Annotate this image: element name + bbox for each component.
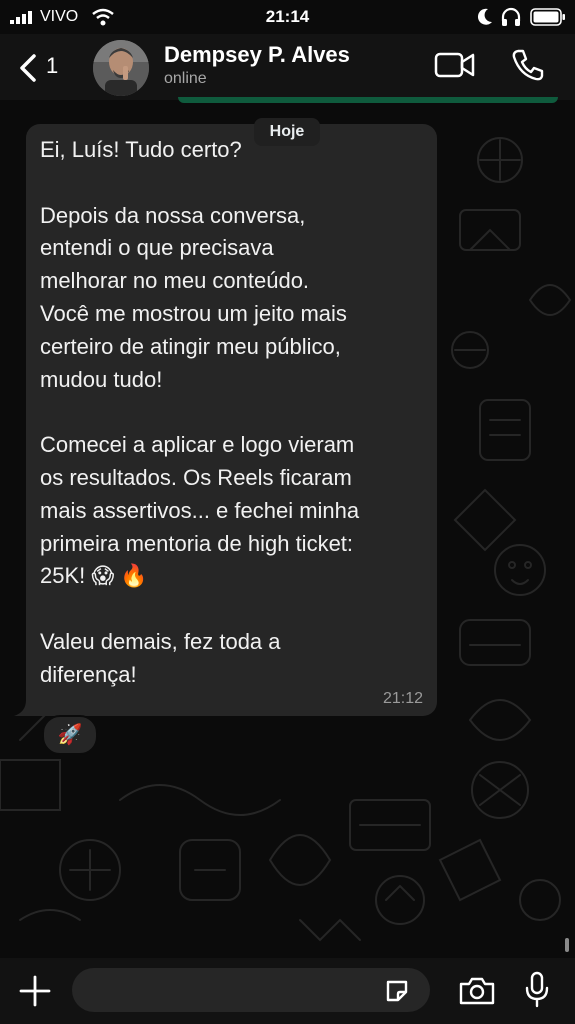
input-bar xyxy=(0,958,575,1024)
message-reaction[interactable]: 🚀 xyxy=(42,715,98,755)
contact-status: online xyxy=(164,70,207,87)
camera-icon[interactable] xyxy=(458,976,496,1006)
battery-icon xyxy=(530,8,565,26)
microphone-icon[interactable] xyxy=(525,971,549,1009)
message-text: Ei, Luís! Tudo certo? Depois da nossa co… xyxy=(40,137,360,687)
date-separator: Hoje xyxy=(254,118,320,146)
message-bubble[interactable]: Ei, Luís! Tudo certo? Depois da nossa co… xyxy=(26,124,437,716)
phone-call-icon[interactable] xyxy=(510,47,546,83)
message-input[interactable] xyxy=(72,968,430,1012)
video-call-icon[interactable] xyxy=(434,50,476,80)
message-time: 21:12 xyxy=(382,690,423,707)
back-chevron-icon[interactable] xyxy=(12,50,48,86)
scrollbar[interactable] xyxy=(565,938,569,952)
unread-count[interactable]: 1 xyxy=(46,53,58,79)
moon-icon xyxy=(477,8,492,25)
status-bar: VIVO 21:14 xyxy=(0,0,575,34)
sticker-icon[interactable] xyxy=(384,978,410,1004)
chat-header: 1 Dempsey P. Alves online xyxy=(0,34,575,100)
avatar[interactable] xyxy=(93,40,149,96)
contact-name[interactable]: Dempsey P. Alves xyxy=(164,42,350,68)
headphones-icon xyxy=(501,7,521,26)
plus-icon[interactable] xyxy=(18,974,52,1008)
